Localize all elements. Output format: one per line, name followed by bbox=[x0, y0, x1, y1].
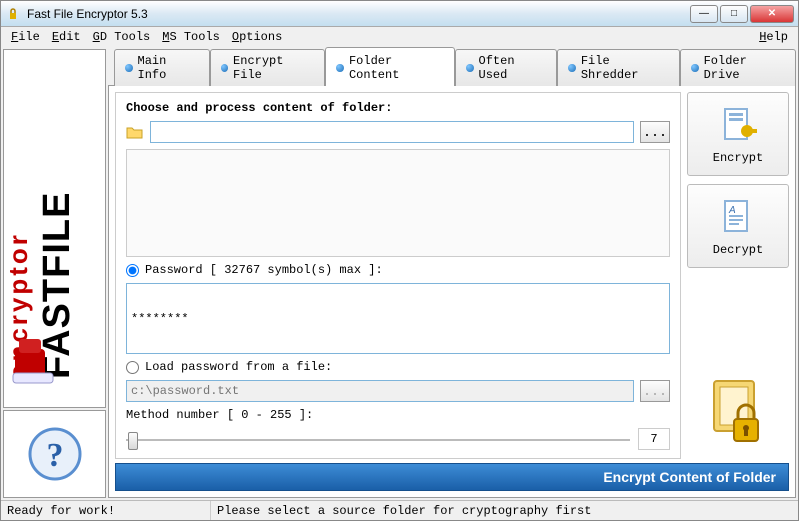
titlebar: Fast File Encryptor 5.3 — □ ✕ bbox=[1, 1, 798, 27]
form-area: Choose and process content of folder: ..… bbox=[115, 92, 681, 459]
password-radio-row[interactable]: Password [ 32767 symbol(s) max ]: bbox=[126, 263, 670, 277]
tab-dot-icon bbox=[125, 64, 133, 72]
client-area: FASTFILE encryptor bbox=[1, 47, 798, 500]
encrypt-content-button[interactable]: Encrypt Content of Folder bbox=[115, 463, 789, 491]
browse-password-file-button: ... bbox=[640, 380, 670, 402]
minimize-button[interactable]: — bbox=[690, 5, 718, 23]
folder-row: ... bbox=[126, 121, 670, 143]
loadfile-radio-label: Load password from a file: bbox=[145, 360, 332, 374]
method-value: 7 bbox=[638, 428, 670, 450]
password-input[interactable] bbox=[126, 283, 670, 354]
maximize-button[interactable]: □ bbox=[720, 5, 748, 23]
password-radio[interactable] bbox=[126, 264, 139, 277]
decrypt-label: Decrypt bbox=[713, 243, 763, 257]
loadfile-radio[interactable] bbox=[126, 361, 139, 374]
tab-strip: Main Info Encrypt File Folder Content Of… bbox=[108, 49, 796, 86]
method-slider[interactable] bbox=[126, 429, 630, 449]
slider-track bbox=[126, 439, 630, 441]
tab-label: Folder Content bbox=[349, 54, 444, 82]
tab-file-shredder[interactable]: File Shredder bbox=[557, 49, 680, 86]
help-icon: ? bbox=[27, 426, 83, 482]
loadfile-radio-row[interactable]: Load password from a file: bbox=[126, 360, 670, 374]
statusbar: Ready for work! Please select a source f… bbox=[1, 500, 798, 520]
tab-main-info[interactable]: Main Info bbox=[114, 49, 210, 86]
form-heading: Choose and process content of folder: bbox=[126, 101, 670, 115]
svg-text:?: ? bbox=[46, 437, 63, 474]
tab-label: Often Used bbox=[479, 54, 547, 82]
menu-edit[interactable]: Edit bbox=[46, 28, 87, 46]
decrypt-button[interactable]: A Decrypt bbox=[687, 184, 789, 268]
tab-folder-drive[interactable]: Folder Drive bbox=[680, 49, 796, 86]
browse-folder-button[interactable]: ... bbox=[640, 121, 670, 143]
tab-label: Folder Drive bbox=[704, 54, 785, 82]
tab-encrypt-file[interactable]: Encrypt File bbox=[210, 49, 326, 86]
menubar: File Edit GD Tools MS Tools Options Help bbox=[1, 27, 798, 47]
tab-dot-icon bbox=[691, 64, 699, 72]
window-title: Fast File Encryptor 5.3 bbox=[27, 7, 690, 21]
password-radio-label: Password [ 32767 symbol(s) max ]: bbox=[145, 263, 383, 277]
window-controls: — □ ✕ bbox=[690, 5, 794, 23]
loadfile-input bbox=[126, 380, 634, 402]
tab-dot-icon bbox=[466, 64, 474, 72]
svg-text:A: A bbox=[728, 205, 736, 216]
encrypt-button[interactable]: Encrypt bbox=[687, 92, 789, 176]
app-icon bbox=[5, 6, 21, 22]
app-window: Fast File Encryptor 5.3 — □ ✕ File Edit … bbox=[0, 0, 799, 521]
lock-box bbox=[687, 276, 789, 459]
menu-options[interactable]: Options bbox=[226, 28, 288, 46]
loadfile-row: ... bbox=[126, 380, 670, 402]
tab-dot-icon bbox=[568, 64, 576, 72]
left-column: FASTFILE encryptor bbox=[3, 49, 106, 498]
decrypt-icon: A bbox=[717, 195, 759, 237]
tab-dot-icon bbox=[336, 64, 344, 72]
encrypt-label: Encrypt bbox=[713, 151, 763, 165]
content-row: Choose and process content of folder: ..… bbox=[115, 92, 789, 459]
upper-area: FASTFILE encryptor bbox=[3, 49, 796, 498]
status-right: Please select a source folder for crypto… bbox=[211, 501, 798, 520]
tab-label: File Shredder bbox=[581, 54, 669, 82]
tab-label: Main Info bbox=[138, 54, 199, 82]
folder-icon bbox=[126, 123, 144, 141]
tab-dot-icon bbox=[221, 64, 229, 72]
tab-often-used[interactable]: Often Used bbox=[455, 49, 557, 86]
encrypt-icon bbox=[717, 103, 759, 145]
logo-image: FASTFILE encryptor bbox=[7, 69, 102, 389]
menu-file[interactable]: File bbox=[5, 28, 46, 46]
slider-thumb[interactable] bbox=[128, 432, 138, 450]
tab-pane: Choose and process content of folder: ..… bbox=[108, 85, 796, 498]
help-panel[interactable]: ? bbox=[3, 410, 106, 498]
logo-panel: FASTFILE encryptor bbox=[3, 49, 106, 408]
tab-label: Encrypt File bbox=[233, 54, 314, 82]
tab-folder-content[interactable]: Folder Content bbox=[325, 47, 455, 86]
method-row: 7 bbox=[126, 428, 670, 450]
folder-input[interactable] bbox=[150, 121, 634, 143]
actions-column: Encrypt A Decrypt bbox=[687, 92, 789, 459]
lock-icon bbox=[698, 373, 778, 453]
menu-gd-tools[interactable]: GD Tools bbox=[87, 28, 157, 46]
method-label: Method number [ 0 - 255 ]: bbox=[126, 408, 670, 422]
menu-ms-tools[interactable]: MS Tools bbox=[156, 28, 226, 46]
status-left: Ready for work! bbox=[1, 501, 211, 520]
file-list[interactable] bbox=[126, 149, 670, 257]
right-column: Main Info Encrypt File Folder Content Of… bbox=[108, 49, 796, 498]
menu-help[interactable]: Help bbox=[753, 28, 794, 46]
close-button[interactable]: ✕ bbox=[750, 5, 794, 23]
